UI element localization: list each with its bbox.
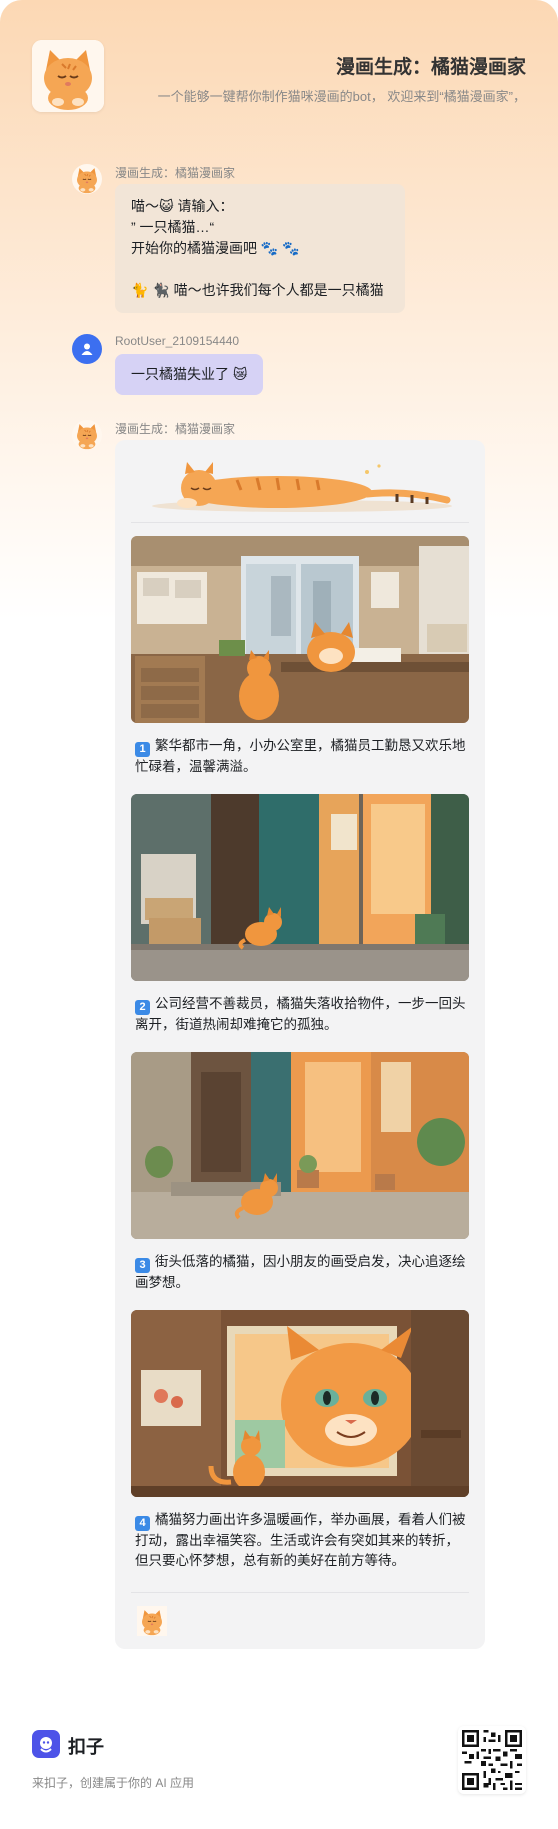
kouzi-logo-icon[interactable] bbox=[32, 1730, 60, 1758]
comic-panel-1-caption: 1 繁华都市一角，小办公室里，橘猫员工勤恳又欢乐地忙碌着，温馨满溢。 bbox=[135, 736, 471, 777]
caption-text: 橘猫努力画出许多温暖画作，举办画展，看着人们被打动，露出幸福笑容。生活或许会有突… bbox=[135, 1512, 466, 1568]
comic-panel-2-caption: 2 公司经营不善裁员，橘猫失落收拾物件，一步一回头离开，街道热闹却难掩它的孤独。 bbox=[135, 994, 471, 1035]
message-line: 喵～😺 请输入： bbox=[131, 198, 234, 214]
sleeping-cat-banner bbox=[152, 462, 452, 512]
caption-text: 繁华都市一角，小办公室里，橘猫员工勤恳又欢乐地忙碌着，温馨满溢。 bbox=[135, 738, 466, 774]
caption-text: 街头低落的橘猫，因小朋友的画受启发，决心追逐绘画梦想。 bbox=[135, 1254, 466, 1290]
comic-card: 1 繁华都市一角，小办公室里，橘猫员工勤恳又欢乐地忙碌着，温馨满溢。 2 公司经… bbox=[115, 440, 485, 1649]
comic-panel-3-image[interactable] bbox=[131, 1052, 469, 1239]
caption-text: 公司经营不善裁员，橘猫失落收拾物件，一步一回头离开，街道热闹却难掩它的孤独。 bbox=[135, 996, 466, 1032]
sender-name: 漫画生成：橘猫漫画家 bbox=[115, 422, 236, 436]
message-line bbox=[131, 259, 389, 280]
bot-message-greeting: 漫画生成：橘猫漫画家 喵～😺 请输入： ” 一只橘猫…“ 开始你的橘猫漫画吧 🐾… bbox=[72, 164, 492, 314]
number-badge: 4 bbox=[135, 1516, 150, 1531]
brand-name: 扣子 bbox=[68, 1737, 104, 1757]
comic-panel-1-image[interactable] bbox=[131, 536, 469, 723]
message-line: 开始你的橘猫漫画吧 🐾 🐾 bbox=[131, 240, 300, 256]
bot-header: 漫画生成：橘猫漫画家 一个能够一键帮你制作猫咪漫画的bot， 欢迎来到“橘猫漫画… bbox=[32, 40, 526, 112]
brand-slogan: 来扣子，创建属于你的 AI 应用 bbox=[32, 1776, 195, 1790]
message-text: 一只橘猫失业了 😿 bbox=[131, 366, 248, 382]
sender-name: 漫画生成：橘猫漫画家 bbox=[115, 166, 236, 180]
comic-panel-3-caption: 3 街头低落的橘猫，因小朋友的画受启发，决心追逐绘画梦想。 bbox=[135, 1252, 471, 1293]
divider bbox=[131, 522, 469, 523]
number-badge: 2 bbox=[135, 1000, 150, 1015]
comic-panel-4-caption: 4 橘猫努力画出许多温暖画作，举办画展，看着人们被打动，露出幸福笑容。生活或许会有… bbox=[135, 1510, 471, 1571]
bot-description: 一个能够一键帮你制作猫咪漫画的bot， 欢迎来到“橘猫漫画家”， bbox=[157, 89, 526, 104]
comic-panel-4-image[interactable] bbox=[131, 1310, 469, 1497]
page: 漫画生成：橘猫漫画家 一个能够一键帮你制作猫咪漫画的bot， 欢迎来到“橘猫漫画… bbox=[0, 0, 558, 1829]
message-bubble: 喵～😺 请输入： ” 一只橘猫…“ 开始你的橘猫漫画吧 🐾 🐾 🐈 🐈‍⬛ 喵～… bbox=[115, 184, 405, 313]
message-line: 🐈 🐈‍⬛ 喵～也许我们每个人都是一只橘猫 bbox=[131, 282, 384, 298]
bot-avatar-small bbox=[72, 420, 102, 450]
cat-sticker-icon bbox=[137, 1606, 167, 1636]
user-message: RootUser_2109154440 一只橘猫失业了 😿 bbox=[72, 334, 492, 404]
number-badge: 3 bbox=[135, 1258, 150, 1273]
user-avatar bbox=[72, 334, 102, 364]
user-icon bbox=[81, 343, 93, 355]
message-line: ” 一只橘猫…“ bbox=[131, 219, 215, 235]
sender-name: RootUser_2109154440 bbox=[115, 334, 240, 348]
bot-title: 漫画生成：橘猫漫画家 bbox=[335, 57, 526, 78]
bot-avatar[interactable] bbox=[32, 40, 104, 112]
comic-panel-2-image[interactable] bbox=[131, 794, 469, 981]
footer: 扣子 来扣子，创建属于你的 AI 应用 bbox=[32, 1726, 526, 1802]
message-bubble: 一只橘猫失业了 😿 bbox=[115, 354, 264, 395]
qr-code[interactable] bbox=[458, 1726, 526, 1794]
divider bbox=[131, 1592, 469, 1593]
bot-message-comic: 漫画生成：橘猫漫画家 1 繁华都市一角，小办公室里，橘猫员工勤恳又欢乐地忙碌着，… bbox=[72, 420, 492, 1650]
number-badge: 1 bbox=[135, 742, 150, 757]
bot-avatar-small bbox=[72, 164, 102, 194]
